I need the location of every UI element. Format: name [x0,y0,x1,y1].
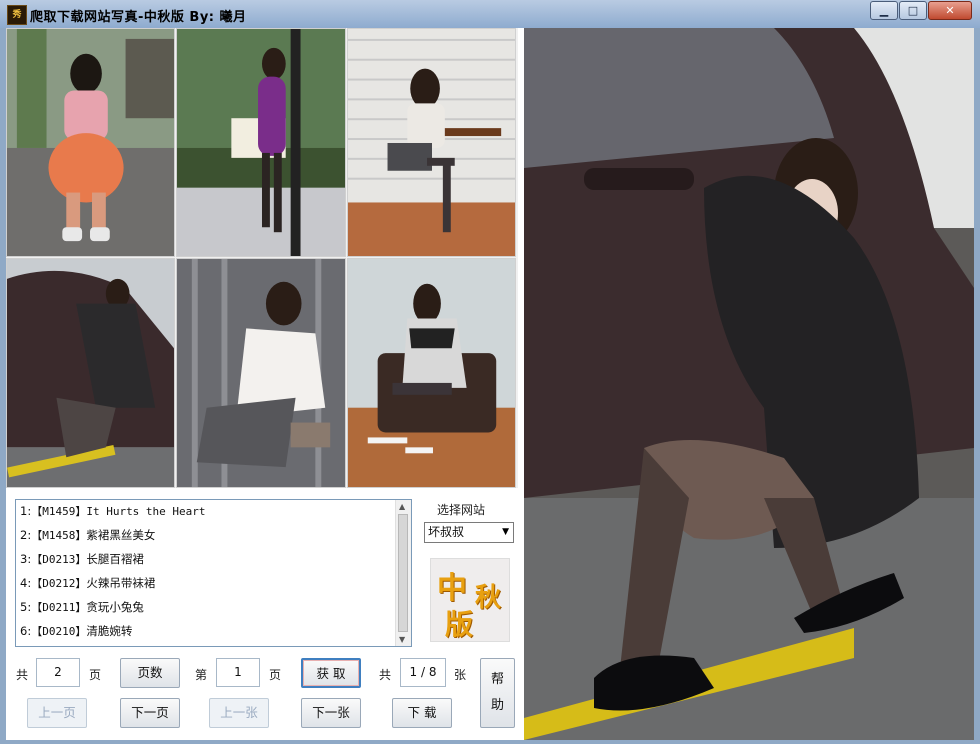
page-count-button[interactable]: 页数 [120,658,180,688]
current-page-field[interactable]: 1 [216,658,260,687]
item-index: 2: [20,528,32,542]
list-scrollbar[interactable]: ▲ ▼ [395,500,411,646]
fetch-button[interactable]: 获 取 [301,658,361,688]
help-label-char: 帮 [490,672,504,687]
photo-image [348,259,515,487]
photo-image [177,29,345,256]
list-item[interactable]: 6:【D0210】清脆婉转 [16,620,411,644]
item-name: 紫裙黑丝美女 [86,528,156,542]
item-name: It Hurts the Heart [86,505,206,518]
photo-image [177,259,345,487]
item-code: 【M1459】 [31,505,87,518]
item-index: 1: [20,504,32,518]
help-button[interactable]: 帮 助 [480,658,515,728]
prev-image-button[interactable]: 上一张 [209,698,269,728]
title-bar[interactable]: 秀 爬取下载网站写真-中秋版 By: 曦月 ▁ □ ✕ [0,0,980,28]
item-name: 火辣吊带袜裙 [86,576,156,590]
download-button[interactable]: 下 载 [392,698,452,728]
image-counter: 1 / 8 [400,658,446,687]
list-item[interactable]: 2:【M1458】紫裙黑丝美女 [16,524,411,548]
item-code: 【D0213】 [31,553,87,566]
mid-autumn-logo: 中 秋 版 [430,558,510,642]
logo-char: 秋 [475,583,502,613]
item-name: 清脆婉转 [86,624,133,638]
photo-image [348,29,515,256]
next-image-button[interactable]: 下一张 [301,698,361,728]
thumbnail-gallery [6,28,518,488]
total-pages-unit: 页 [89,668,102,682]
photo-image [7,259,174,487]
item-index: 4: [20,576,32,590]
main-panel: 1:【M1459】It Hurts the Heart 2:【M1458】紫裙黑… [6,28,974,740]
thumbnail-3[interactable] [347,28,516,257]
prev-page-button[interactable]: 上一页 [27,698,87,728]
site-selected-value: 坏叔叔 [428,525,465,539]
window-controls: ▁ □ ✕ [869,1,972,20]
photo-image [7,29,174,256]
item-code: 【M1458】 [31,529,87,542]
thumbnail-1[interactable] [6,28,175,257]
item-index: 6: [20,624,32,638]
item-code: 【D0211】 [31,601,87,614]
maximize-button[interactable]: □ [899,1,927,20]
photo-image [524,28,974,740]
thumbnail-4[interactable] [6,258,175,488]
minimize-button[interactable]: ▁ [870,1,898,20]
item-index: 3: [20,552,32,566]
next-page-button[interactable]: 下一页 [120,698,180,728]
window-title: 爬取下载网站写真-中秋版 By: 曦月 [30,10,247,25]
help-label-char: 助 [490,698,504,713]
item-code: 【D0212】 [31,577,87,590]
thumbnail-5[interactable] [176,258,346,488]
image-count-prefix: 共 [379,668,392,682]
thumbnail-6[interactable] [347,258,516,488]
image-count-unit: 张 [454,668,467,682]
logo-char: 版 [445,608,474,641]
list-item[interactable]: 5:【D0211】贪玩小兔兔 [16,596,411,620]
item-index: 5: [20,600,32,614]
item-code: 【D0210】 [31,625,87,638]
thumbnail-2[interactable] [176,28,346,257]
total-pages-prefix: 共 [16,668,29,682]
album-list[interactable]: 1:【M1459】It Hurts the Heart 2:【M1458】紫裙黑… [15,499,412,647]
list-item[interactable]: 3:【D0213】长腿百褶裙 [16,548,411,572]
scroll-up-icon[interactable]: ▲ [399,502,405,511]
scroll-down-icon[interactable]: ▼ [399,635,405,644]
preview-image[interactable] [524,28,974,740]
app-icon: 秀 [7,5,27,25]
current-page-unit: 页 [269,668,282,682]
close-button[interactable]: ✕ [928,1,972,20]
site-select[interactable]: 坏叔叔 ▼ [424,522,514,543]
dropdown-arrow-icon[interactable]: ▼ [502,523,509,542]
list-item[interactable]: 1:【M1459】It Hurts the Heart [16,500,411,524]
item-name: 长腿百褶裙 [86,552,144,566]
current-page-prefix: 第 [195,668,208,682]
scroll-thumb[interactable] [398,514,408,632]
site-label: 选择网站 [437,503,486,517]
list-item[interactable]: 4:【D0212】火辣吊带袜裙 [16,572,411,596]
total-pages-field[interactable]: 2 [36,658,80,687]
item-name: 贪玩小兔兔 [86,600,144,614]
logo-char: 中 [437,571,467,606]
